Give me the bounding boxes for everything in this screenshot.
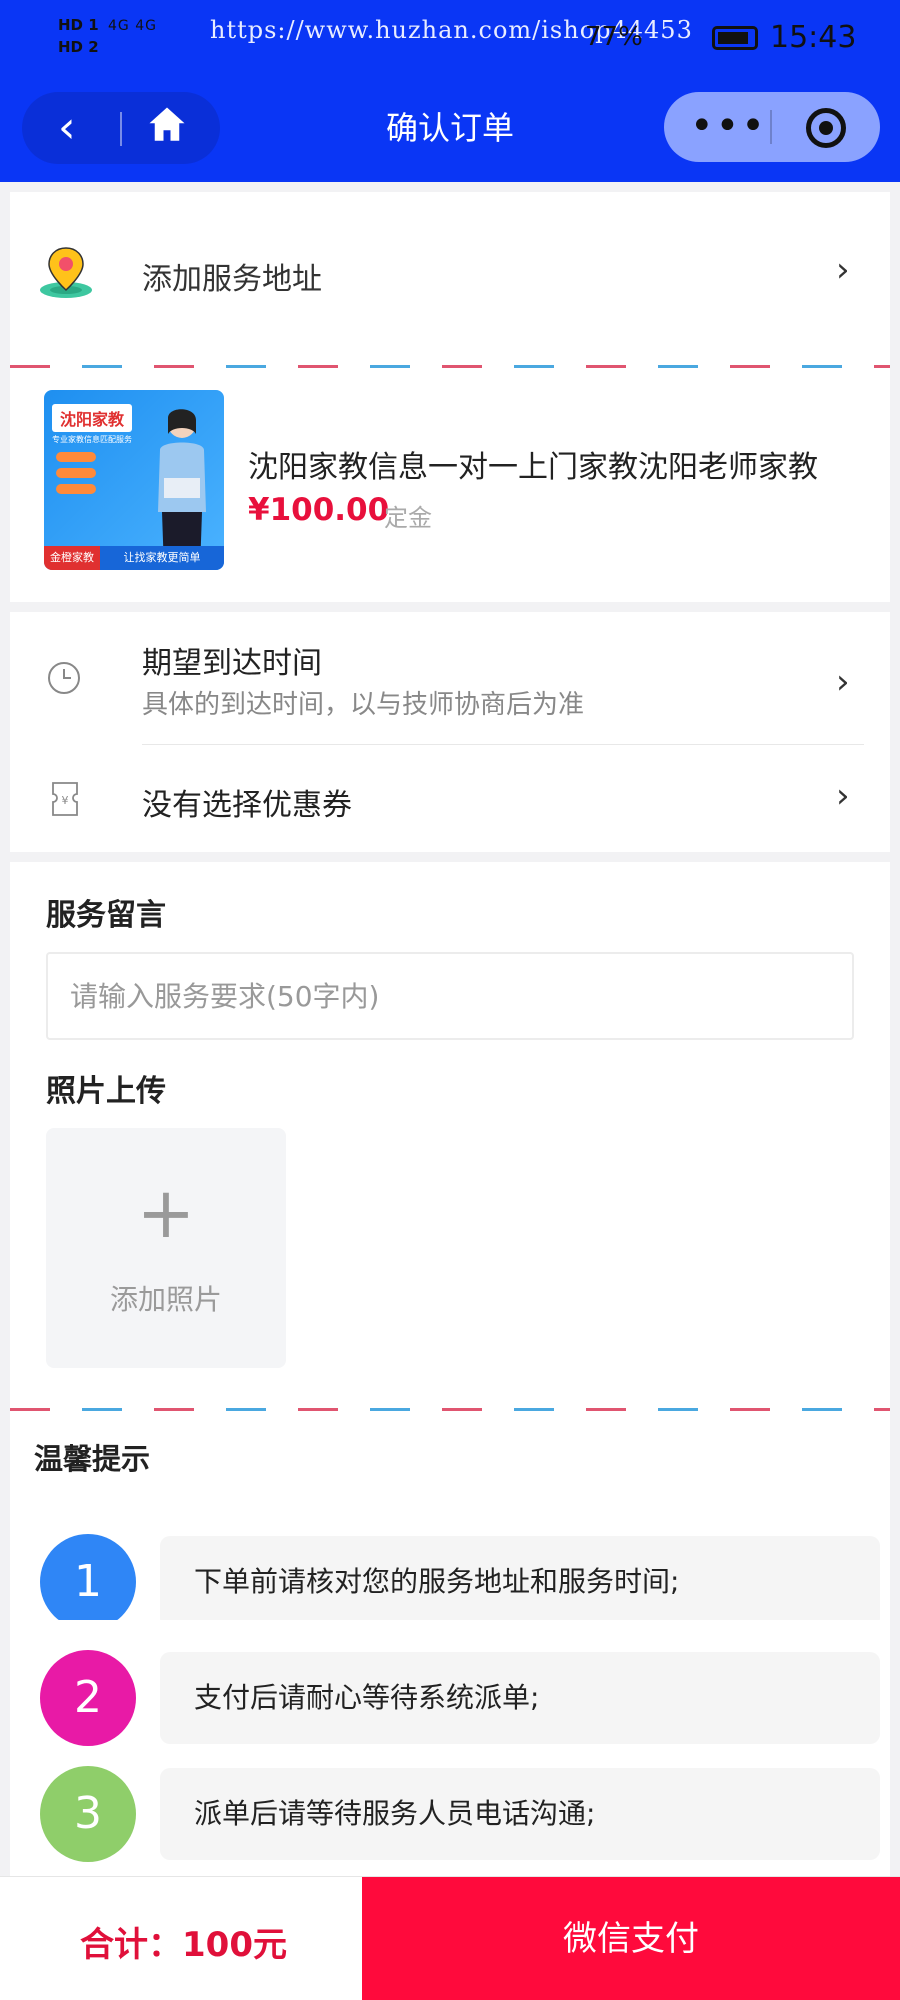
top-header: HD 1 HD 2 4G 4G https://www.huzhan.com/is… [0,0,900,182]
coupon-label: 没有选择优惠券 [142,788,352,823]
clock-time: 15:43 [770,20,857,55]
battery-percent: 77% [585,22,643,52]
target-icon[interactable] [806,108,846,148]
arrival-time-title: 期望到达时间 [142,646,322,681]
add-photo-label: 添加照片 [109,1283,222,1316]
image-chip [56,468,96,478]
battery-icon [712,26,758,50]
signal-icon: 4G 4G [108,18,157,34]
plus-icon: + [136,1172,196,1254]
product-image[interactable]: 沈阳家教 专业家教信息匹配服务 金橙家教 让找家教更简单 [44,390,224,570]
tips-continued: 2 支付后请耐心等待系统派单; 3 派单后请等待服务人员电话沟通; [10,1620,890,1880]
location-pin-icon [40,247,92,298]
clock-icon [48,662,80,694]
add-photo-button[interactable]: + 添加照片 [46,1128,286,1368]
product-image-brand: 金橙家教 [44,546,100,570]
product-title: 沈阳家教信息一对一上门家教沈阳老师家教 [248,450,818,485]
coupon-icon: ¥ [52,782,78,816]
chevron-right-icon: › [836,250,850,290]
tip-number-badge: 2 [40,1650,136,1746]
message-label: 服务留言 [46,898,166,933]
tips-title: 温馨提示 [34,1442,151,1476]
arrival-time-subtitle: 具体的到达时间，以与技师协商后为准 [142,690,585,720]
status-bar: HD 1 HD 2 4G 4G https://www.huzhan.com/is… [0,0,900,80]
envelope-divider [10,365,890,368]
checkout-bar: 合计：100元 微信支付 [0,1876,900,2000]
tip-item: 下单前请核对您的服务地址和服务时间; [160,1536,880,1628]
tip-item: 派单后请等待服务人员电话沟通; [160,1768,880,1860]
nav-divider [770,110,772,144]
message-card: 服务留言 照片上传 + 添加照片 温馨提示 1 下单前请核对您的服务地址和服务时… [10,862,890,1662]
envelope-divider [10,1408,890,1411]
teacher-figure [158,409,206,570]
tip-number-badge: 1 [40,1534,136,1630]
product-image-subtitle: 专业家教信息匹配服务 [52,435,132,444]
schedule-card: 期望到达时间 具体的到达时间，以与技师协商后为准 › ¥ 没有选择优惠券 › [10,612,890,852]
row-divider [142,744,864,745]
photo-label: 照片上传 [46,1074,166,1109]
chevron-right-icon: › [836,662,850,702]
address-product-card: 添加服务地址 › 沈阳家教 专业家教信息匹配服务 金橙家教 让找家教更简单 沈阳… [10,192,890,602]
product-image-tag: 沈阳家教 [52,404,133,432]
add-address-label: 添加服务地址 [142,262,322,297]
more-dots-icon[interactable]: ••• [690,100,767,152]
tip-number-badge: 3 [40,1766,136,1862]
message-input[interactable] [46,952,854,1040]
product-price: ¥100.00 [248,492,390,528]
price-note: 定金 [384,504,432,532]
tip-item: 支付后请耐心等待系统派单; [160,1652,880,1744]
chevron-right-icon: › [836,776,850,816]
image-chip [56,484,96,494]
order-total: 合计：100元 [80,1925,287,1965]
svg-text:¥: ¥ [62,794,69,807]
network-indicator: HD 1 HD 2 [58,16,99,56]
image-chip [56,452,96,462]
product-image-slogan: 让找家教更简单 [100,546,224,570]
wechat-pay-button[interactable]: 微信支付 [362,1877,900,2000]
